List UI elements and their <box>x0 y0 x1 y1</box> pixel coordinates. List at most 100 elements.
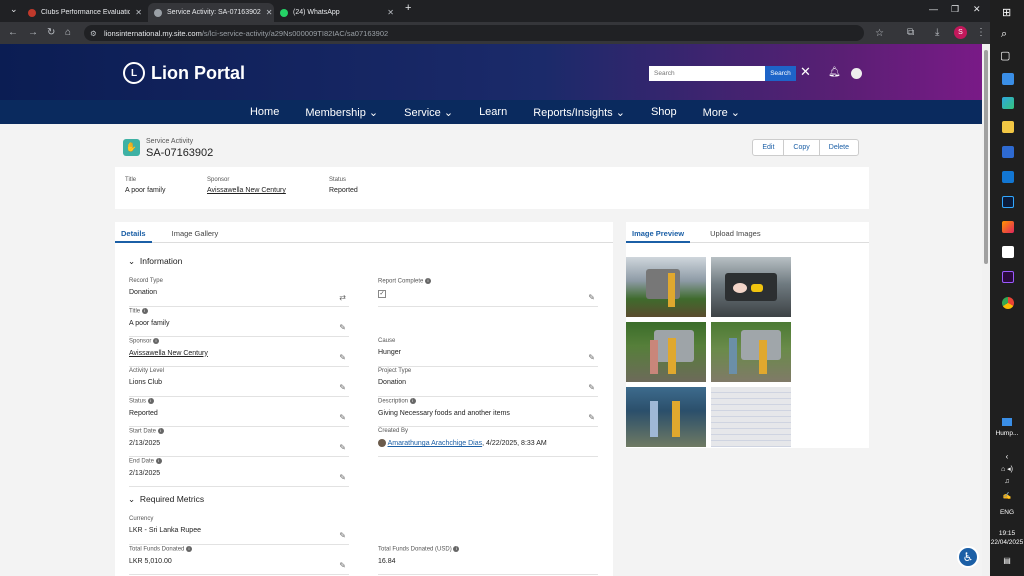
delete-button[interactable]: Delete <box>820 140 858 155</box>
info-icon[interactable]: i <box>141 308 148 314</box>
tab-image-gallery[interactable]: Image Gallery <box>166 222 225 243</box>
edit-pencil-icon[interactable]: ✎ <box>339 473 346 482</box>
edit-pencil-icon[interactable]: ✎ <box>588 383 595 392</box>
tab-search-icon[interactable]: ⌄ <box>10 4 18 15</box>
report-complete-checkbox[interactable]: ✓ <box>378 289 386 298</box>
chevron-up-icon[interactable]: ‹ <box>990 452 1024 461</box>
back-icon[interactable]: ← <box>8 27 18 38</box>
home-icon[interactable]: ⌂ <box>65 27 71 38</box>
address-bar[interactable]: ⚙ lionsinternational.my.site.com/s/lci-s… <box>84 25 884 41</box>
edge-icon[interactable] <box>1002 97 1014 109</box>
premiere-icon[interactable] <box>1002 271 1014 283</box>
pen-icon[interactable]: ✍ <box>990 492 1024 500</box>
bell-icon[interactable]: 🔔︎ <box>828 67 841 78</box>
nav-membership[interactable]: Membership ⌄ <box>305 106 378 119</box>
edit-pencil-icon[interactable]: ✎ <box>339 531 346 540</box>
browser-tab-clubs[interactable]: Clubs Performance Evaluation ✕ <box>22 3 148 22</box>
close-tab-icon[interactable]: ✕ <box>266 8 273 17</box>
nav-learn[interactable]: Learn <box>479 106 507 118</box>
edit-pencil-icon[interactable]: ✎ <box>588 353 595 362</box>
close-tab-icon[interactable]: ✕ <box>135 8 142 17</box>
windows-start-icon[interactable]: ⊞ <box>1002 6 1011 19</box>
user-avatar[interactable] <box>851 68 862 79</box>
minimize-icon[interactable]: — <box>929 4 938 14</box>
browser-tab-whatsapp[interactable]: (24) WhatsApp ✕ <box>274 3 400 22</box>
extensions-icon[interactable]: ⧉ <box>907 27 914 38</box>
sponsor-field-link[interactable]: Avissawella New Century <box>129 350 349 357</box>
profile-avatar[interactable]: S <box>954 26 967 39</box>
nav-reports-insights[interactable]: Reports/Insights ⌄ <box>533 106 625 119</box>
edit-pencil-icon[interactable]: ✎ <box>588 413 595 422</box>
reload-icon[interactable]: ↻ <box>47 27 55 38</box>
created-by-link[interactable]: Amarathunga Arachchige Dias <box>388 440 483 447</box>
image-thumbnail[interactable] <box>626 257 706 317</box>
nav-service[interactable]: Service ⌄ <box>404 106 453 119</box>
close-tab-icon[interactable]: ✕ <box>387 8 394 17</box>
tab-image-preview[interactable]: Image Preview <box>626 222 691 243</box>
download-icon[interactable]: ⤓ <box>935 27 939 38</box>
edit-pencil-icon[interactable]: ✎ <box>339 443 346 452</box>
image-thumbnail[interactable] <box>711 387 791 447</box>
file-explorer-icon[interactable] <box>1002 121 1014 133</box>
headset-icon[interactable]: ♫ <box>990 478 1024 485</box>
photoshop-icon[interactable] <box>1002 196 1014 208</box>
image-thumbnail[interactable] <box>711 257 791 317</box>
edit-pencil-icon[interactable]: ✎ <box>339 353 346 362</box>
close-window-icon[interactable]: ✕ <box>973 4 981 15</box>
outlook-icon[interactable] <box>1002 171 1014 183</box>
info-icon[interactable]: i <box>409 398 416 404</box>
search-button[interactable]: Search <box>765 66 796 81</box>
edit-pencil-icon[interactable]: ✎ <box>339 413 346 422</box>
edit-pencil-icon[interactable]: ✎ <box>339 383 346 392</box>
info-icon[interactable]: i <box>453 546 460 552</box>
nav-home[interactable]: Home <box>250 106 279 118</box>
info-icon[interactable]: i <box>155 458 162 464</box>
tab-details[interactable]: Details <box>115 222 152 243</box>
accessibility-button[interactable]: ♿︎ <box>957 546 979 568</box>
info-icon[interactable]: i <box>425 278 432 284</box>
taskbar-search-icon[interactable]: ⌕ <box>1001 28 1007 41</box>
nav-more[interactable]: More ⌄ <box>703 106 740 119</box>
lions-favicon-icon <box>28 8 36 17</box>
new-tab-button[interactable]: + <box>405 2 411 14</box>
chrome-icon[interactable] <box>1002 297 1014 309</box>
notification-icon[interactable]: ▤ <box>990 556 1024 565</box>
menu-kebab-icon[interactable]: ⋮ <box>976 27 986 38</box>
image-thumbnail[interactable] <box>711 322 791 382</box>
nav-shop[interactable]: Shop <box>651 106 677 118</box>
sponsor-link[interactable]: Avissawella New Century <box>207 187 286 194</box>
portal-logo[interactable]: L Lion Portal <box>123 62 245 84</box>
record-header: ✋ Service Activity SA-07163902 Edit Copy… <box>115 132 869 166</box>
capcut-icon[interactable] <box>1002 246 1014 258</box>
browser-tab-service-activity[interactable]: Service Activity: SA-07163902 ✕ <box>148 3 274 22</box>
edit-button[interactable]: Edit <box>753 140 785 155</box>
info-icon[interactable]: i <box>186 546 193 552</box>
section-required-metrics[interactable]: ⌄ Required Metrics <box>128 494 204 505</box>
info-icon[interactable]: i <box>147 398 154 404</box>
edit-pencil-icon[interactable]: ✎ <box>339 561 346 570</box>
section-information[interactable]: ⌄ Information <box>128 256 182 267</box>
close-icon[interactable]: ✕ <box>800 64 811 80</box>
maximize-icon[interactable]: ❐ <box>951 4 959 15</box>
weather-icon[interactable] <box>1002 418 1012 426</box>
edit-pencil-icon[interactable]: ✎ <box>339 323 346 332</box>
info-icon[interactable]: i <box>157 428 164 434</box>
task-view-icon[interactable]: ▢ <box>1000 49 1010 62</box>
firefox-icon[interactable] <box>1002 221 1014 233</box>
scrollbar-thumb[interactable] <box>984 50 988 264</box>
info-icon[interactable]: i <box>153 338 160 344</box>
bookmark-star-icon[interactable]: ☆ <box>875 28 884 39</box>
site-info-icon[interactable]: ⚙ <box>90 29 97 38</box>
chevron-down-icon: ⌄ <box>128 256 136 266</box>
widgets-icon[interactable] <box>1002 73 1014 85</box>
search-input[interactable] <box>649 66 765 81</box>
image-thumbnail[interactable] <box>626 387 706 447</box>
image-thumbnail[interactable] <box>626 322 706 382</box>
store-icon[interactable] <box>1002 146 1014 158</box>
copy-button[interactable]: Copy <box>784 140 820 155</box>
forward-icon[interactable]: → <box>28 27 38 38</box>
edit-pencil-icon[interactable]: ✎ <box>588 293 595 302</box>
tab-upload-images[interactable]: Upload Images <box>704 222 766 243</box>
change-record-type-icon[interactable]: ⇄ <box>339 293 346 302</box>
network-volume-icon[interactable]: ⌂ ◂) <box>990 465 1024 473</box>
